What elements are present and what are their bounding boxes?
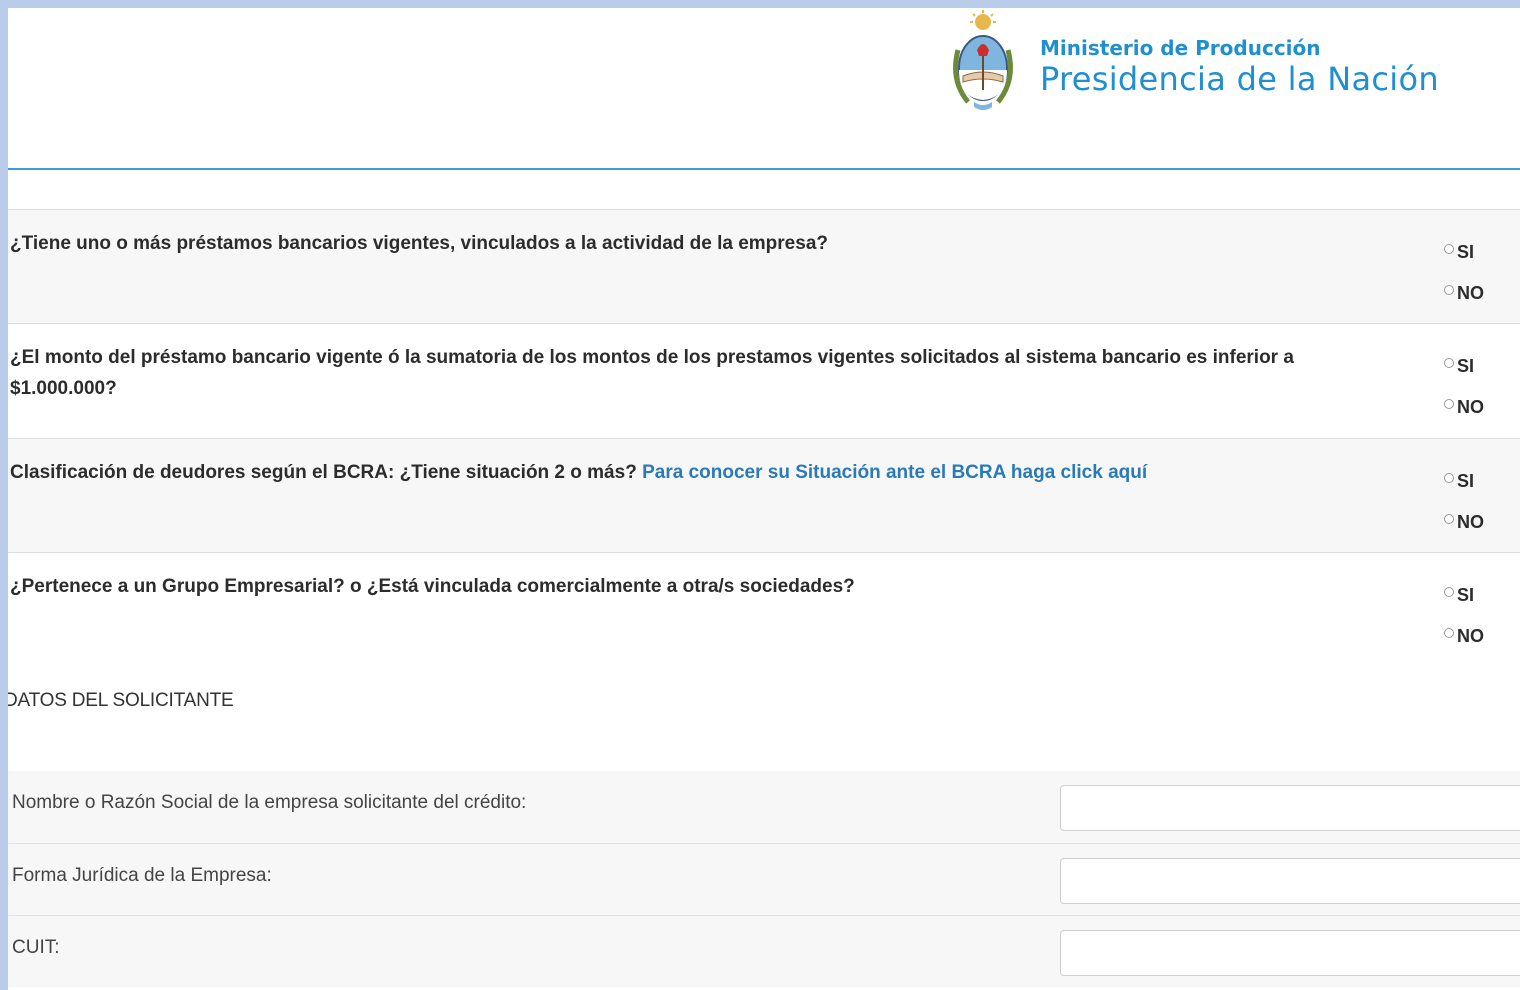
legal-form-label: Forma Jurídica de la Empresa: xyxy=(12,865,272,886)
answer-options: SI NO xyxy=(1444,346,1484,428)
option-label: NO xyxy=(1457,512,1484,532)
form-row: CUIT: xyxy=(8,915,1520,987)
brand-text: Ministerio de Producción Presidencia de … xyxy=(1040,36,1439,98)
answer-options: SI NO xyxy=(1444,575,1484,657)
option-si[interactable]: SI xyxy=(1444,232,1484,273)
header: Ministerio de Producción Presidencia de … xyxy=(8,8,1520,170)
form-row: Nombre o Razón Social de la empresa soli… xyxy=(8,771,1520,843)
cuit-label: CUIT: xyxy=(12,937,60,958)
question-label: ¿Tiene uno o más préstamos bancarios vig… xyxy=(10,233,828,254)
question-row: ¿Pertenece a un Grupo Empresarial? o ¿Es… xyxy=(8,552,1520,662)
question-text: ¿Tiene uno o más préstamos bancarios vig… xyxy=(10,228,1390,259)
questions-list: ¿Tiene uno o más préstamos bancarios vig… xyxy=(8,209,1520,662)
option-label: SI xyxy=(1457,585,1475,605)
section-title: DATOS DEL SOLICITANTE xyxy=(8,690,234,711)
page: Ministerio de Producción Presidencia de … xyxy=(8,8,1520,990)
question-text: ¿El monto del préstamo bancario vigente … xyxy=(10,342,1350,404)
option-label: SI xyxy=(1457,242,1475,262)
answer-options: SI NO xyxy=(1444,461,1484,543)
option-label: SI xyxy=(1457,471,1475,491)
question-label: ¿Pertenece a un Grupo Empresarial? o ¿Es… xyxy=(10,576,855,597)
option-label: NO xyxy=(1457,626,1484,646)
form-row: Forma Jurídica de la Empresa: xyxy=(8,843,1520,915)
question-row: ¿Tiene uno o más préstamos bancarios vig… xyxy=(8,209,1520,323)
question-text: Clasificación de deudores según el BCRA:… xyxy=(10,457,1390,488)
company-name-input[interactable] xyxy=(1060,785,1520,831)
question-label: Clasificación de deudores según el BCRA:… xyxy=(10,462,637,483)
radio-button[interactable] xyxy=(1444,513,1454,524)
radio-button[interactable] xyxy=(1444,472,1454,483)
ministry-name: Ministerio de Producción xyxy=(1040,36,1321,60)
question-label: ¿El monto del préstamo bancario vigente … xyxy=(10,347,1294,399)
radio-button[interactable] xyxy=(1444,284,1454,295)
argentina-coat-of-arms-icon xyxy=(953,10,1013,110)
option-label: NO xyxy=(1457,397,1484,417)
bcra-situation-link[interactable]: Para conocer su Situación ante el BCRA h… xyxy=(642,462,1147,483)
header-divider xyxy=(8,168,1520,170)
option-no[interactable]: NO xyxy=(1444,273,1484,314)
option-label: SI xyxy=(1457,356,1475,376)
option-si[interactable]: SI xyxy=(1444,461,1484,502)
option-si[interactable]: SI xyxy=(1444,575,1484,616)
radio-button[interactable] xyxy=(1444,398,1454,409)
legal-form-input[interactable] xyxy=(1060,858,1520,904)
answer-options: SI NO xyxy=(1444,232,1484,314)
radio-button[interactable] xyxy=(1444,243,1454,254)
radio-button[interactable] xyxy=(1444,627,1454,638)
radio-button[interactable] xyxy=(1444,357,1454,368)
question-text: ¿Pertenece a un Grupo Empresarial? o ¿Es… xyxy=(10,571,1390,602)
option-no[interactable]: NO xyxy=(1444,616,1484,657)
presidency-name: Presidencia de la Nación xyxy=(1040,60,1439,98)
radio-button[interactable] xyxy=(1444,586,1454,597)
option-no[interactable]: NO xyxy=(1444,502,1484,543)
cuit-input[interactable] xyxy=(1060,930,1520,976)
option-label: NO xyxy=(1457,283,1484,303)
company-name-label: Nombre o Razón Social de la empresa soli… xyxy=(12,792,527,813)
option-si[interactable]: SI xyxy=(1444,346,1484,387)
question-row: Clasificación de deudores según el BCRA:… xyxy=(8,438,1520,552)
option-no[interactable]: NO xyxy=(1444,387,1484,428)
applicant-form: Nombre o Razón Social de la empresa soli… xyxy=(8,771,1520,987)
question-row: ¿El monto del préstamo bancario vigente … xyxy=(8,323,1520,438)
